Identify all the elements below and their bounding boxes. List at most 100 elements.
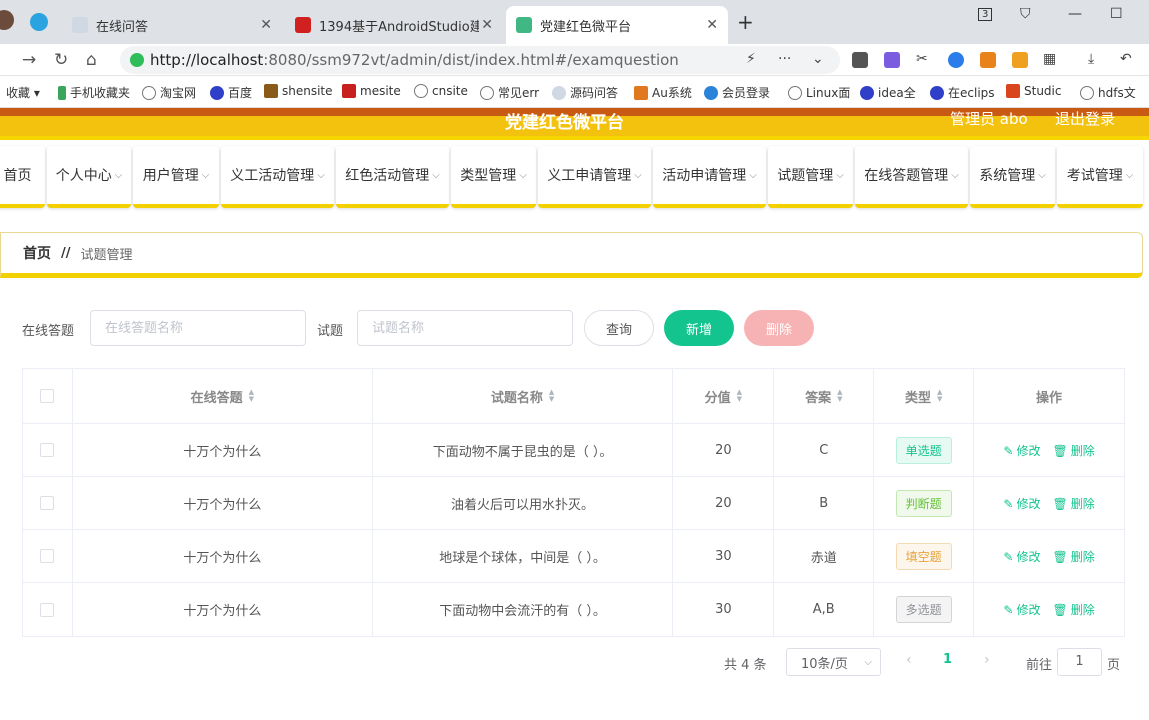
new-tab-plus-icon[interactable]: + <box>737 10 754 34</box>
chevron-down-icon: ⌵ <box>1038 169 1046 181</box>
fox-icon[interactable] <box>980 52 996 68</box>
bookmark-item[interactable]: idea全 <box>860 84 916 101</box>
menu-home[interactable]: 首页 <box>0 146 45 208</box>
scissors-icon[interactable]: ✂ <box>916 51 928 67</box>
browser-tab-1[interactable]: 在线问答 ✕ <box>62 6 282 44</box>
menu-questions[interactable]: 试题管理 ⌵ <box>768 146 853 208</box>
undo-icon[interactable]: ↶ <box>1120 51 1132 67</box>
row-checkbox[interactable] <box>40 496 55 510</box>
sort-icon[interactable]: ▲ ▼ <box>937 389 942 403</box>
bookmark-label: cnsite <box>432 84 468 98</box>
next-page-icon[interactable]: › <box>984 652 990 668</box>
bookmark-item[interactable]: 会员登录 <box>704 84 770 101</box>
bookmark-item[interactable]: 手机收藏夹 <box>58 84 130 101</box>
question-name-input[interactable] <box>357 310 573 346</box>
close-icon[interactable]: ✕ <box>260 17 272 33</box>
chevron-down-icon: ⌵ <box>317 169 325 181</box>
edit-button[interactable]: ✎ 修改 <box>1003 601 1040 618</box>
edit-button[interactable]: ✎ 修改 <box>1003 442 1040 459</box>
back-icon[interactable]: → <box>22 50 36 70</box>
menu-label: 系统管理 <box>979 168 1036 184</box>
apps-grid-icon[interactable]: ▦ <box>1043 51 1056 67</box>
close-icon[interactable]: ✕ <box>706 17 718 33</box>
breadcrumb-home[interactable]: 首页 <box>23 243 51 263</box>
delete-button[interactable]: 🗑 删除 <box>1052 548 1094 565</box>
goto-page-input[interactable]: 1 <box>1057 648 1102 676</box>
exam-name-input[interactable] <box>90 310 306 346</box>
browser-tab-3[interactable]: 党建红色微平台 ✕ <box>506 6 728 44</box>
breadcrumb-separator: // <box>61 245 71 261</box>
bookmark-item[interactable]: 在eclips <box>930 84 995 101</box>
browser-tab-2[interactable]: 1394基于AndroidStudio建筑 ✕ <box>285 6 503 44</box>
chevron-down-icon[interactable]: ⌄ <box>812 51 824 67</box>
menu-online-exam[interactable]: 在线答题管理 ⌵ <box>855 146 968 208</box>
sort-icon[interactable]: ▲ ▼ <box>249 389 254 403</box>
menu-activity-apply[interactable]: 活动申请管理 ⌵ <box>653 146 766 208</box>
logout-link[interactable]: 退出登录 <box>1055 108 1115 129</box>
bookmark-item[interactable]: cnsite <box>414 84 468 98</box>
extension-icon[interactable] <box>852 52 868 68</box>
cell-answer: A,B <box>774 583 875 636</box>
delete-button[interactable]: 🗑 删除 <box>1052 601 1094 618</box>
bookmark-item[interactable]: 收藏 ▾ <box>6 84 40 101</box>
menu-profile[interactable]: 个人中心 ⌵ <box>47 146 131 208</box>
header-question[interactable]: 试题名称 ▲ ▼ <box>373 369 674 423</box>
bookmark-item[interactable]: 百度 <box>210 84 252 101</box>
menu-system[interactable]: 系统管理 ⌵ <box>970 146 1055 208</box>
profile-avatar[interactable] <box>0 10 14 30</box>
header-type[interactable]: 类型 ▲ ▼ <box>874 369 975 423</box>
page-number[interactable]: 1 <box>943 652 952 667</box>
tab-counter[interactable]: 3 <box>978 8 993 21</box>
reload-icon[interactable]: ↻ <box>54 50 68 70</box>
sort-icon[interactable]: ▲ ▼ <box>837 389 842 403</box>
menu-label: 在线答题管理 <box>864 168 949 184</box>
bookmark-item[interactable]: 常见err <box>480 84 539 101</box>
header-score[interactable]: 分值 ▲ ▼ <box>673 369 775 423</box>
menu-red-activity[interactable]: 红色活动管理 ⌵ <box>336 146 449 208</box>
header-exam[interactable]: 在线答题 ▲ ▼ <box>73 369 373 423</box>
prev-page-icon[interactable]: ‹ <box>906 652 912 668</box>
select-all-checkbox[interactable] <box>40 389 55 403</box>
sort-icon[interactable]: ▲ ▼ <box>737 389 742 403</box>
batch-delete-button[interactable]: 删除 <box>744 310 814 346</box>
header-answer[interactable]: 答案 ▲ ▼ <box>774 369 875 423</box>
menu-users[interactable]: 用户管理 ⌵ <box>133 146 219 208</box>
add-button[interactable]: 新增 <box>664 310 734 346</box>
bookmark-item[interactable]: 淘宝网 <box>142 84 196 101</box>
row-checkbox[interactable] <box>40 443 55 457</box>
download-icon[interactable]: ⤓ <box>1088 51 1094 67</box>
page-size-select[interactable]: 10条/页 ⌵ <box>786 648 881 676</box>
header-label: 分值 <box>704 390 731 406</box>
shield-ext-icon[interactable] <box>1012 52 1028 68</box>
menu-exam[interactable]: 考试管理 ⌵ <box>1057 146 1143 208</box>
bookmark-item[interactable]: 源码问答 <box>552 84 618 101</box>
edit-button[interactable]: ✎ 修改 <box>1003 548 1040 565</box>
lightning-icon[interactable]: ⚡ <box>746 51 756 67</box>
edit-button[interactable]: ✎ 修改 <box>1003 495 1040 512</box>
menu-volunteer-apply[interactable]: 义工申请管理 ⌵ <box>538 146 651 208</box>
search-ext-icon[interactable] <box>948 52 964 68</box>
delete-button[interactable]: 🗑 删除 <box>1052 442 1094 459</box>
menu-types[interactable]: 类型管理 ⌵ <box>451 146 536 208</box>
row-checkbox[interactable] <box>40 602 55 617</box>
url-input[interactable]: http://localhost :8080/ssm972vt/admin/di… <box>120 46 840 74</box>
bookmark-item[interactable]: shensite <box>264 84 333 98</box>
close-icon[interactable]: ✕ <box>481 17 493 33</box>
menu-volunteer[interactable]: 义工活动管理 ⌵ <box>221 146 334 208</box>
row-checkbox[interactable] <box>40 549 55 563</box>
bookmark-item[interactable]: Linux面 <box>788 84 850 101</box>
shirt-icon[interactable]: ⛉ <box>1020 6 1031 22</box>
query-button[interactable]: 查询 <box>584 310 654 346</box>
bookmark-item[interactable]: Studic <box>1006 84 1061 98</box>
bookmark-item[interactable]: mesite <box>342 84 401 98</box>
sort-icon[interactable]: ▲ ▼ <box>549 389 554 403</box>
delete-button[interactable]: 🗑 删除 <box>1052 495 1094 512</box>
more-icon[interactable]: ··· <box>778 51 791 67</box>
maximize-icon[interactable]: ☐ <box>1110 6 1123 22</box>
bookmark-item[interactable]: Au系统 <box>634 84 692 101</box>
home-icon[interactable]: ⌂ <box>86 50 97 70</box>
minimize-icon[interactable]: — <box>1068 6 1082 22</box>
translate-icon[interactable] <box>884 52 900 68</box>
telegram-icon[interactable] <box>30 13 48 31</box>
bookmark-item[interactable]: hdfs文 <box>1080 84 1136 101</box>
